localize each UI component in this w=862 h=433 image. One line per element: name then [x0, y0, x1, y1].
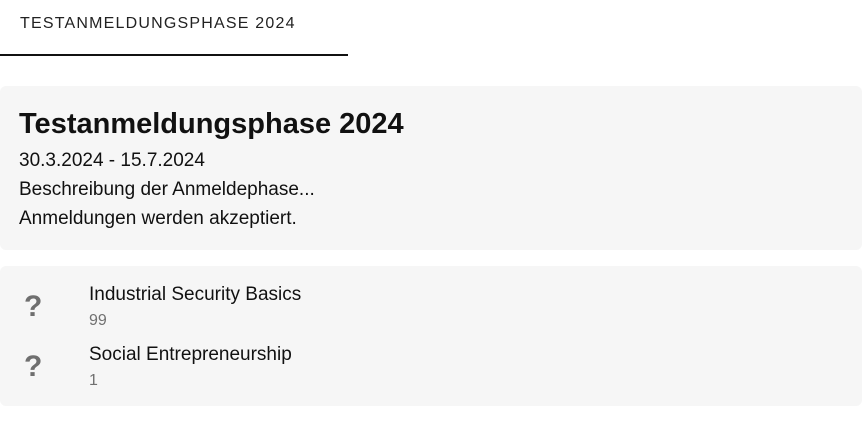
course-name: Industrial Security Basics	[89, 284, 302, 305]
course-count: 99	[89, 312, 107, 329]
question-mark-icon: ?	[24, 350, 43, 383]
phase-title: Testanmeldungsphase 2024	[19, 108, 404, 140]
tab-bar: TESTANMELDUNGSPHASE 2024	[0, 0, 862, 56]
phase-info-card: Testanmeldungsphase 2024 30.3.2024 - 15.…	[0, 86, 862, 250]
course-count: 1	[89, 372, 98, 389]
course-name: Social Entrepreneurship	[89, 344, 292, 365]
tab-label: TESTANMELDUNGSPHASE 2024	[20, 15, 296, 32]
question-mark-icon: ?	[24, 290, 43, 323]
course-list-item[interactable]: ? Social Entrepreneurship 1	[0, 342, 862, 402]
course-list-item[interactable]: ? Industrial Security Basics 99	[0, 282, 862, 342]
phase-description: Beschreibung der Anmeldephase...	[19, 179, 315, 200]
phase-status: Anmeldungen werden akzeptiert.	[19, 208, 297, 229]
phase-dates: 30.3.2024 - 15.7.2024	[19, 150, 205, 171]
tab-testanmeldungsphase-2024[interactable]: TESTANMELDUNGSPHASE 2024	[0, 0, 348, 56]
course-list: ? Industrial Security Basics 99 ? Social…	[0, 266, 862, 406]
